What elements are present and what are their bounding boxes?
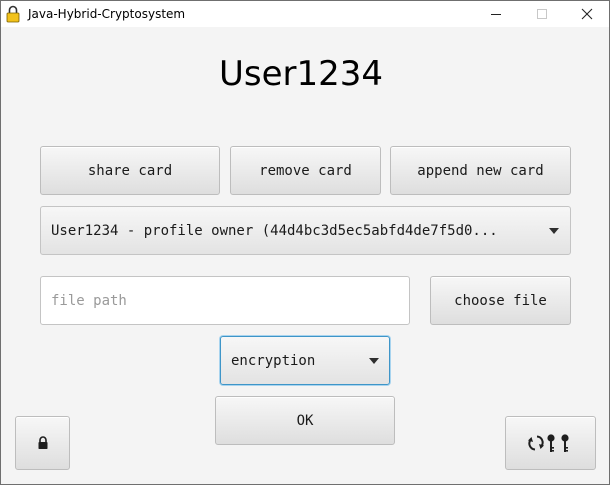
minimize-button[interactable] — [473, 1, 519, 27]
main-panel: User1234 share card remove card append n… — [1, 27, 609, 484]
share-card-button[interactable]: share card — [40, 146, 220, 195]
app-window: Java-Hybrid-Cryptosystem User1234 share … — [0, 0, 610, 485]
close-icon — [581, 8, 593, 20]
lock-icon — [38, 436, 47, 449]
file-path-input[interactable] — [40, 276, 410, 325]
window-title: Java-Hybrid-Cryptosystem — [28, 7, 186, 21]
minimize-icon — [491, 14, 501, 15]
refresh-keys-button[interactable] — [505, 416, 596, 470]
refresh-keys-icon — [527, 434, 569, 452]
lock-app-icon — [6, 5, 20, 23]
maximize-icon — [537, 9, 547, 19]
mode-select[interactable]: encryption — [220, 336, 390, 385]
chevron-down-icon — [369, 357, 379, 364]
username-heading: User1234 — [218, 54, 384, 94]
title-bar[interactable]: Java-Hybrid-Cryptosystem — [1, 1, 609, 27]
mode-select-value: encryption — [231, 352, 316, 369]
choose-file-button[interactable]: choose file — [430, 276, 571, 325]
profile-select[interactable]: User1234 - profile owner (44d4bc3d5ec5ab… — [40, 206, 571, 255]
maximize-button[interactable] — [519, 1, 565, 27]
remove-card-button[interactable]: remove card — [230, 146, 381, 195]
lock-button[interactable] — [15, 416, 70, 470]
close-button[interactable] — [564, 1, 609, 27]
append-new-card-button[interactable]: append new card — [390, 146, 571, 195]
profile-select-value: User1234 - profile owner (44d4bc3d5ec5ab… — [51, 222, 498, 239]
ok-button[interactable]: OK — [215, 396, 395, 445]
chevron-down-icon — [549, 227, 559, 234]
